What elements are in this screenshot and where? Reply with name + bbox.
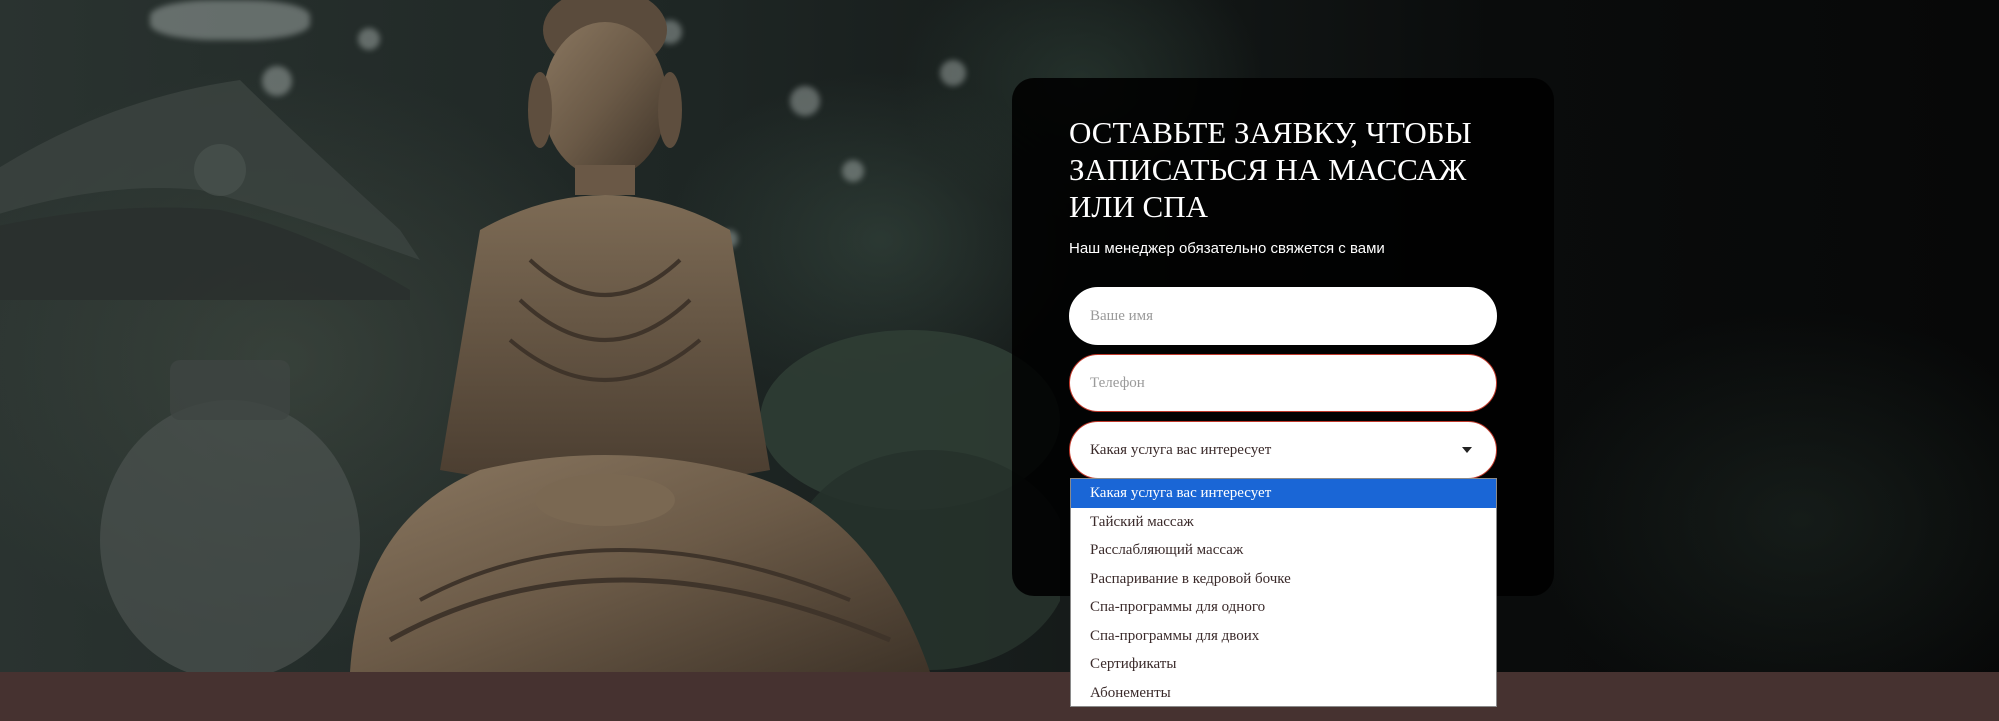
- service-select-value: Какая услуга вас интересует: [1090, 441, 1272, 458]
- hero-background: [0, 0, 1999, 672]
- service-dropdown-list: Какая услуга вас интересует Тайский масс…: [1070, 478, 1497, 707]
- footer-band: [0, 672, 1999, 721]
- dropdown-option[interactable]: Спа-программы для одного: [1071, 593, 1496, 622]
- form-subtitle: Наш менеджер обязательно свяжется с вами: [1069, 240, 1385, 257]
- phone-field[interactable]: [1069, 354, 1497, 412]
- dropdown-option[interactable]: Расслабляющий массаж: [1071, 536, 1496, 565]
- form-title: ОСТАВЬТЕ ЗАЯВКУ, ЧТОБЫ ЗАПИСАТЬСЯ НА МАС…: [1069, 115, 1472, 224]
- buddha-statue-illustration: [350, 0, 930, 672]
- dropdown-option[interactable]: Спа-программы для двоих: [1071, 622, 1496, 651]
- dropdown-option[interactable]: Тайский массаж: [1071, 508, 1496, 537]
- chevron-down-icon[interactable]: [1462, 447, 1472, 453]
- dropdown-option[interactable]: Абонементы: [1071, 679, 1496, 708]
- dropdown-option[interactable]: Сертификаты: [1071, 650, 1496, 679]
- service-select[interactable]: Какая услуга вас интересует: [1069, 421, 1497, 479]
- dropdown-option[interactable]: Какая услуга вас интересует: [1071, 479, 1496, 508]
- name-field[interactable]: [1069, 287, 1497, 345]
- phone-input[interactable]: [1090, 374, 1476, 392]
- name-input[interactable]: [1090, 307, 1476, 325]
- dropdown-option[interactable]: Распаривание в кедровой бочке: [1071, 565, 1496, 594]
- bokeh-light: [150, 0, 310, 40]
